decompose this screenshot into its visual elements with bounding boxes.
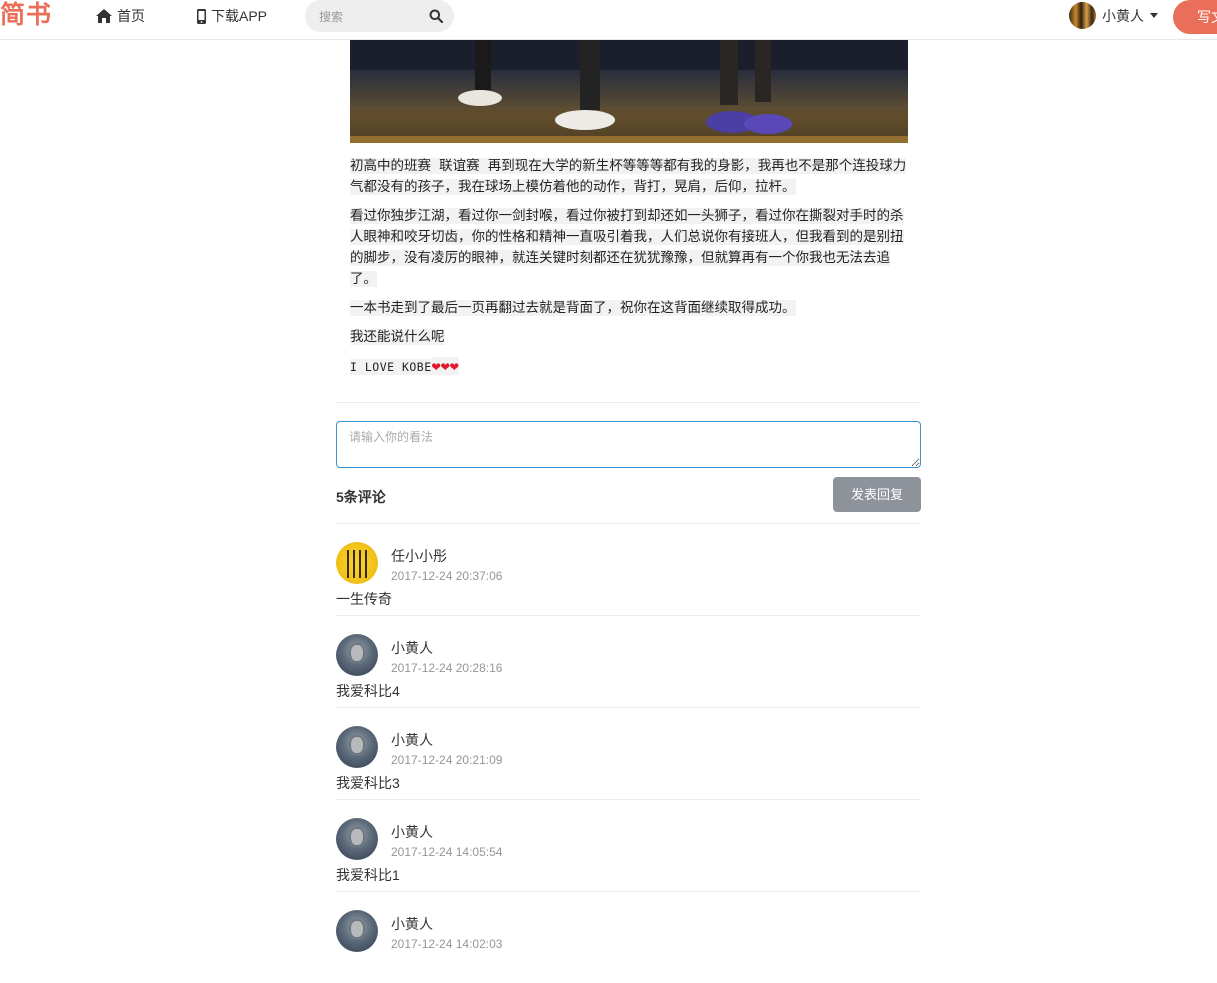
comment-text: 一生传奇 (336, 591, 392, 607)
article-paragraph: 一本书走到了最后一页再翻过去就是背面了，祝你在这背面继续取得成功。 (350, 298, 910, 319)
comment-text: 我爱科比3 (336, 775, 400, 791)
paragraph-text: 我还能说什么呢 (350, 329, 445, 345)
search-box (305, 0, 454, 34)
paragraph-text: 一本书走到了最后一页再翻过去就是背面了，祝你在这背面继续取得成功。 (350, 300, 796, 316)
comment-timestamp: 2017-12-24 14:02:03 (391, 937, 503, 951)
nav-home-link[interactable]: 首页 (96, 6, 145, 26)
nav-download-app-label: 下载APP (211, 8, 268, 24)
search-input[interactable] (317, 0, 426, 34)
article-body: 初高中的班赛 联谊赛 再到现在大学的新生杯等等等都有我的身影，我再也不是那个连投… (350, 156, 910, 386)
comment-item: 小黄人 2017-12-24 20:28:16 我爱科比4 (336, 615, 920, 707)
comment-item: 小黄人 2017-12-24 14:05:54 我爱科比1 (336, 799, 920, 891)
article-paragraph: 看过你独步江湖，看过你一剑封喉，看过你被打到却还如一头狮子，看过你在撕裂对手时的… (350, 206, 910, 290)
search-icon[interactable] (429, 9, 443, 23)
user-menu[interactable]: 小黄人 (1069, 2, 1158, 29)
comment-textarea[interactable] (336, 421, 921, 468)
avatar[interactable] (336, 910, 378, 952)
paragraph-text: 初高中的班赛 联谊赛 再到现在大学的新生杯等等等都有我的身影，我再也不是那个连投… (350, 158, 907, 195)
comment-item: 任小小彤 2017-12-24 20:37:06 一生传奇 (336, 523, 920, 615)
comment-timestamp: 2017-12-24 20:37:06 (391, 569, 503, 583)
avatar[interactable] (336, 726, 378, 768)
comment-author[interactable]: 小黄人 (391, 822, 433, 842)
comment-author[interactable]: 小黄人 (391, 914, 433, 934)
comment-item: 小黄人 2017-12-24 20:21:09 我爱科比3 (336, 707, 920, 799)
write-article-button[interactable]: 写文章 (1173, 0, 1217, 34)
comment-text: 我爱科比1 (336, 867, 400, 883)
avatar[interactable] (336, 818, 378, 860)
comment-timestamp: 2017-12-24 14:05:54 (391, 845, 503, 859)
love-text: I LOVE KOBE (350, 360, 432, 374)
nav-download-app-link[interactable]: 下载APP (197, 6, 267, 26)
comment-text: 我爱科比4 (336, 683, 400, 699)
comment-list: 任小小彤 2017-12-24 20:37:06 一生传奇 小黄人 2017-1… (336, 523, 920, 983)
article-paragraph: 初高中的班赛 联谊赛 再到现在大学的新生杯等等等都有我的身影，我再也不是那个连投… (350, 156, 910, 198)
post-reply-button[interactable]: 发表回复 (833, 477, 921, 512)
navbar: 简书 首页 下载APP 小黄人 写文章 (0, 0, 1217, 40)
home-icon (96, 9, 112, 23)
logo[interactable]: 简书 (0, 0, 52, 30)
love-line: I LOVE KOBE❤❤❤ (350, 357, 459, 375)
comment-item: 小黄人 2017-12-24 14:02:03 (336, 891, 920, 983)
nav-home-label: 首页 (117, 8, 145, 24)
heart-icons: ❤❤❤ (431, 357, 459, 375)
avatar[interactable] (336, 634, 378, 676)
comment-author[interactable]: 小黄人 (391, 638, 433, 658)
paragraph-text: 看过你独步江湖，看过你一剑封喉，看过你被打到却还如一头狮子，看过你在撕裂对手时的… (350, 208, 904, 287)
comment-author[interactable]: 小黄人 (391, 730, 433, 750)
user-name: 小黄人 (1102, 7, 1144, 24)
comment-timestamp: 2017-12-24 20:28:16 (391, 661, 503, 675)
article-paragraph: 我还能说什么呢 (350, 327, 910, 348)
article-hero-image (350, 40, 908, 143)
caret-down-icon (1150, 13, 1158, 18)
avatar[interactable] (1069, 2, 1096, 29)
hero-photo (350, 40, 908, 143)
comment-timestamp: 2017-12-24 20:21:09 (391, 753, 503, 767)
divider (336, 402, 920, 403)
comment-count: 5条评论 (336, 489, 386, 505)
comment-author[interactable]: 任小小彤 (391, 546, 447, 566)
article-paragraph: I LOVE KOBE❤❤❤ (350, 356, 910, 378)
avatar[interactable] (336, 542, 378, 584)
mobile-phone-icon (197, 8, 206, 24)
